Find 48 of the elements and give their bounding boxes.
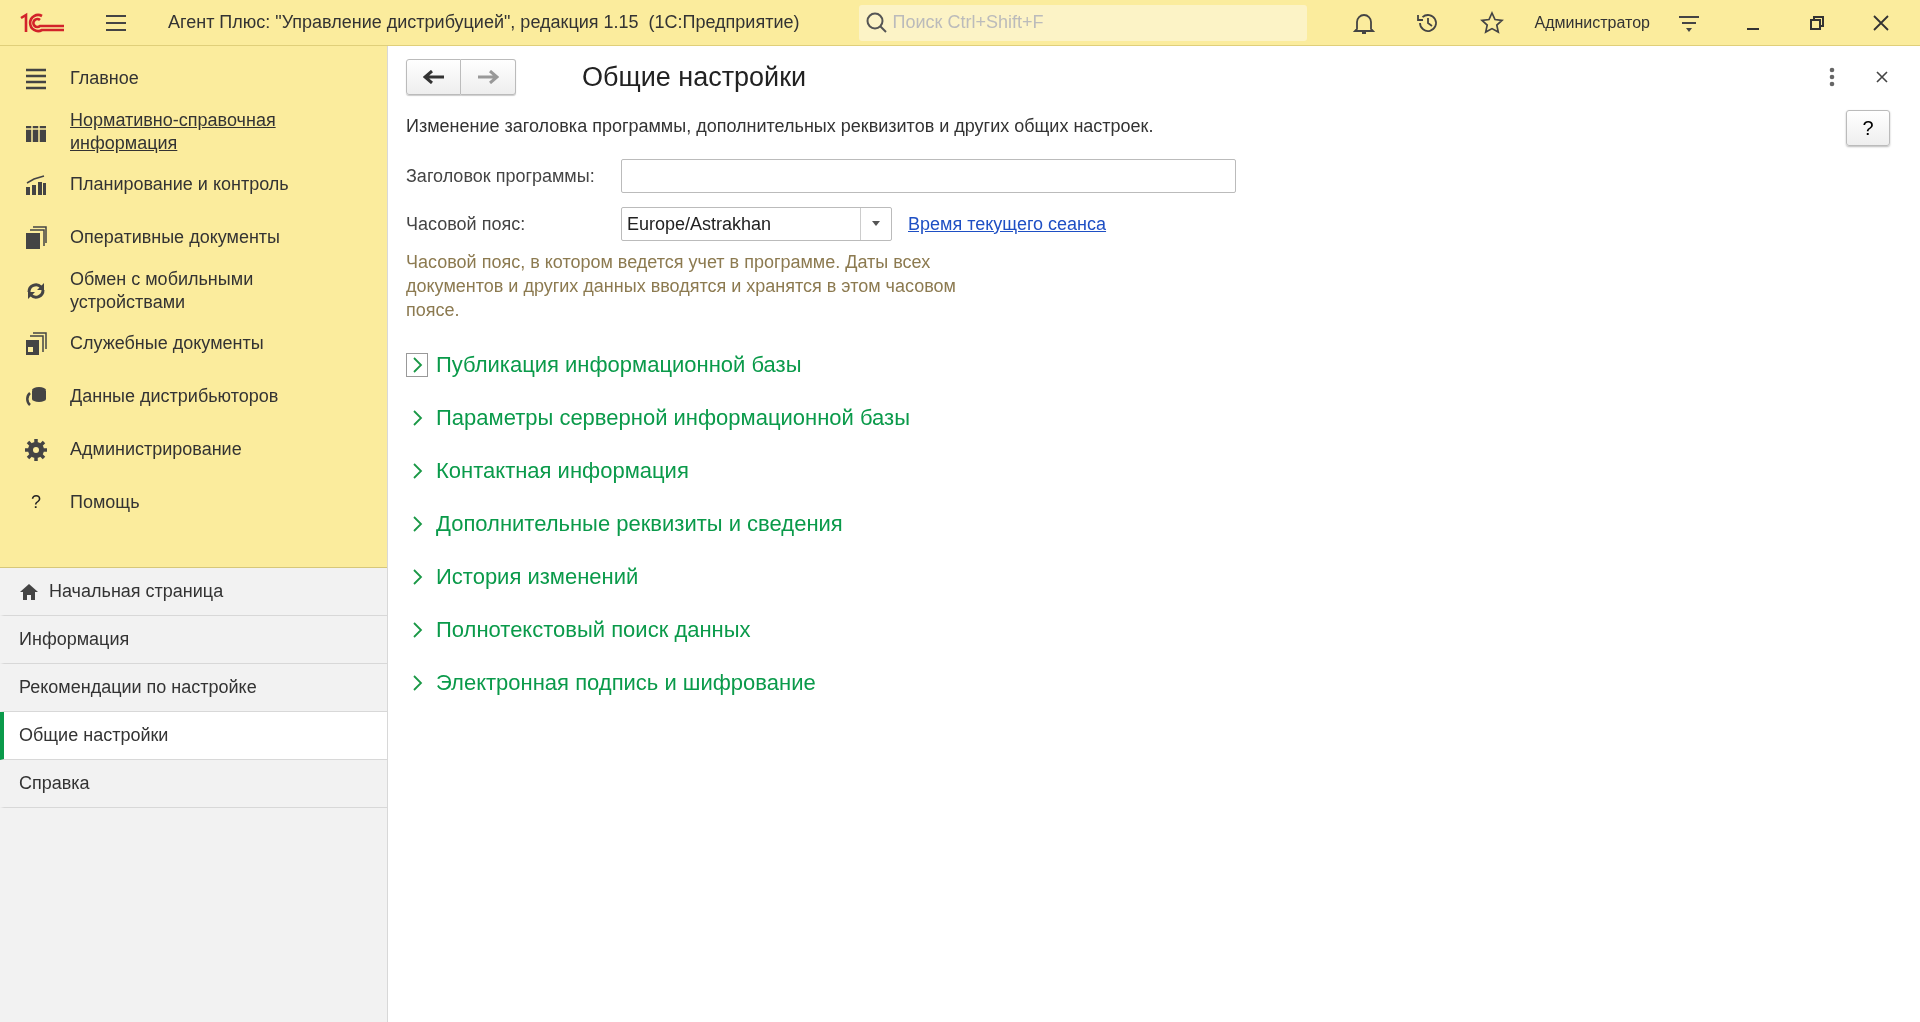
more-icon[interactable] xyxy=(1828,66,1836,88)
documents-icon xyxy=(24,331,48,356)
collapsible-group[interactable]: Параметры серверной информационной базы xyxy=(406,391,1900,444)
help-button[interactable]: ? xyxy=(1846,110,1890,146)
section-link[interactable]: Нормативно-справочная информация xyxy=(70,108,330,155)
search-field[interactable]: Поиск Ctrl+Shift+F xyxy=(858,4,1307,41)
section-link[interactable]: Помощь xyxy=(70,491,330,514)
section-link[interactable]: Администрирование xyxy=(70,438,330,461)
form-description: Изменение заголовка программы, дополнительных реквизитов и других общих настроек. xyxy=(406,116,1154,137)
open-page-tab[interactable]: Справка xyxy=(0,760,387,808)
help-icon: ? xyxy=(24,492,48,513)
collapsible-group[interactable]: Электронная подпись и шифрование xyxy=(406,656,1900,709)
close-icon[interactable] xyxy=(1874,69,1890,85)
menu-icon[interactable] xyxy=(104,12,128,33)
user-name[interactable]: Администратор xyxy=(1534,13,1650,32)
section-link[interactable]: Главное xyxy=(70,67,330,90)
collapsible-group[interactable]: Дополнительные реквизиты и сведения xyxy=(406,497,1900,550)
collapsible-group[interactable]: История изменений xyxy=(406,550,1900,603)
settings-icon xyxy=(24,437,48,462)
section-link[interactable]: Служебные документы xyxy=(70,332,330,355)
arrow-right-icon xyxy=(477,70,499,84)
section-link[interactable]: Обмен с мобильными устройствами xyxy=(70,267,330,314)
star-icon[interactable] xyxy=(1478,9,1505,36)
back-button[interactable] xyxy=(406,59,461,95)
documents-icon xyxy=(24,225,48,250)
form-title: Общие настройки xyxy=(582,61,807,93)
section-link[interactable]: Данные дистрибьюторов xyxy=(70,385,330,408)
dropdown-caret-icon xyxy=(871,221,881,227)
bar-chart-icon xyxy=(24,172,48,197)
open-page-tab[interactable]: Информация xyxy=(0,616,387,664)
database-sync-icon xyxy=(24,384,48,409)
hint-text: Часовой пояс, в котором ведется учет в программе. Даты всех документов и других данных вводятся и хранятся в этом часовом поясе. xyxy=(406,251,957,322)
timezone-dropdown[interactable]: Europe/Astrakhan xyxy=(621,207,892,241)
input-field[interactable] xyxy=(621,159,1236,193)
collapsible-group[interactable]: Контактная информация xyxy=(406,444,1900,497)
open-page-tab[interactable]: Общие настройки xyxy=(0,712,387,760)
open-page-tab[interactable]: Начальная страница xyxy=(0,568,387,616)
session-time-link[interactable]: Время текущего сеанса xyxy=(908,213,1107,235)
window-title: Агент Плюс: "Управление дистрибуцией", редакция 1.15 (1С:Предприятие) xyxy=(168,12,800,33)
collapsible-group[interactable]: Публикация информационной базы xyxy=(406,338,1900,391)
home-icon xyxy=(19,582,39,601)
field-label: Заголовок программы: xyxy=(406,165,596,187)
field-label: Часовой пояс: xyxy=(406,213,527,235)
arrow-left-icon xyxy=(422,70,445,84)
section-link[interactable]: Планирование и контроль xyxy=(70,173,330,196)
menu-icon xyxy=(24,66,48,91)
collapsible-group[interactable]: Полнотекстовый поиск данных xyxy=(406,603,1900,656)
section-link[interactable]: Оперативные документы xyxy=(70,226,330,249)
